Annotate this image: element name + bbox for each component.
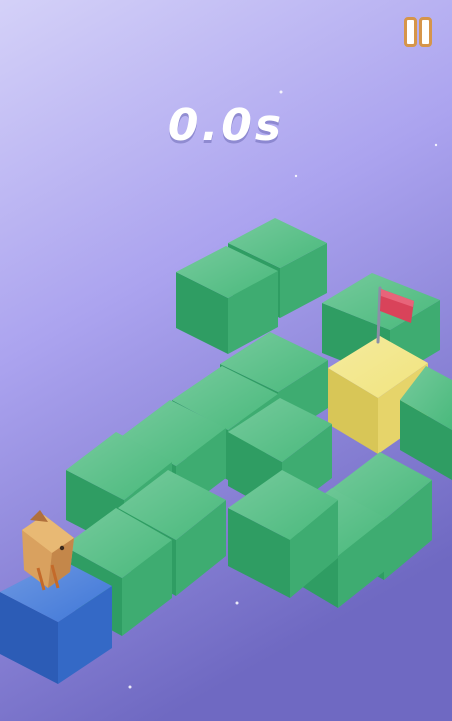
- pause-button[interactable]: [402, 14, 434, 47]
- pause-icon: [419, 17, 432, 47]
- pause-icon: [404, 17, 417, 47]
- timer-label: 0.0s: [167, 100, 285, 151]
